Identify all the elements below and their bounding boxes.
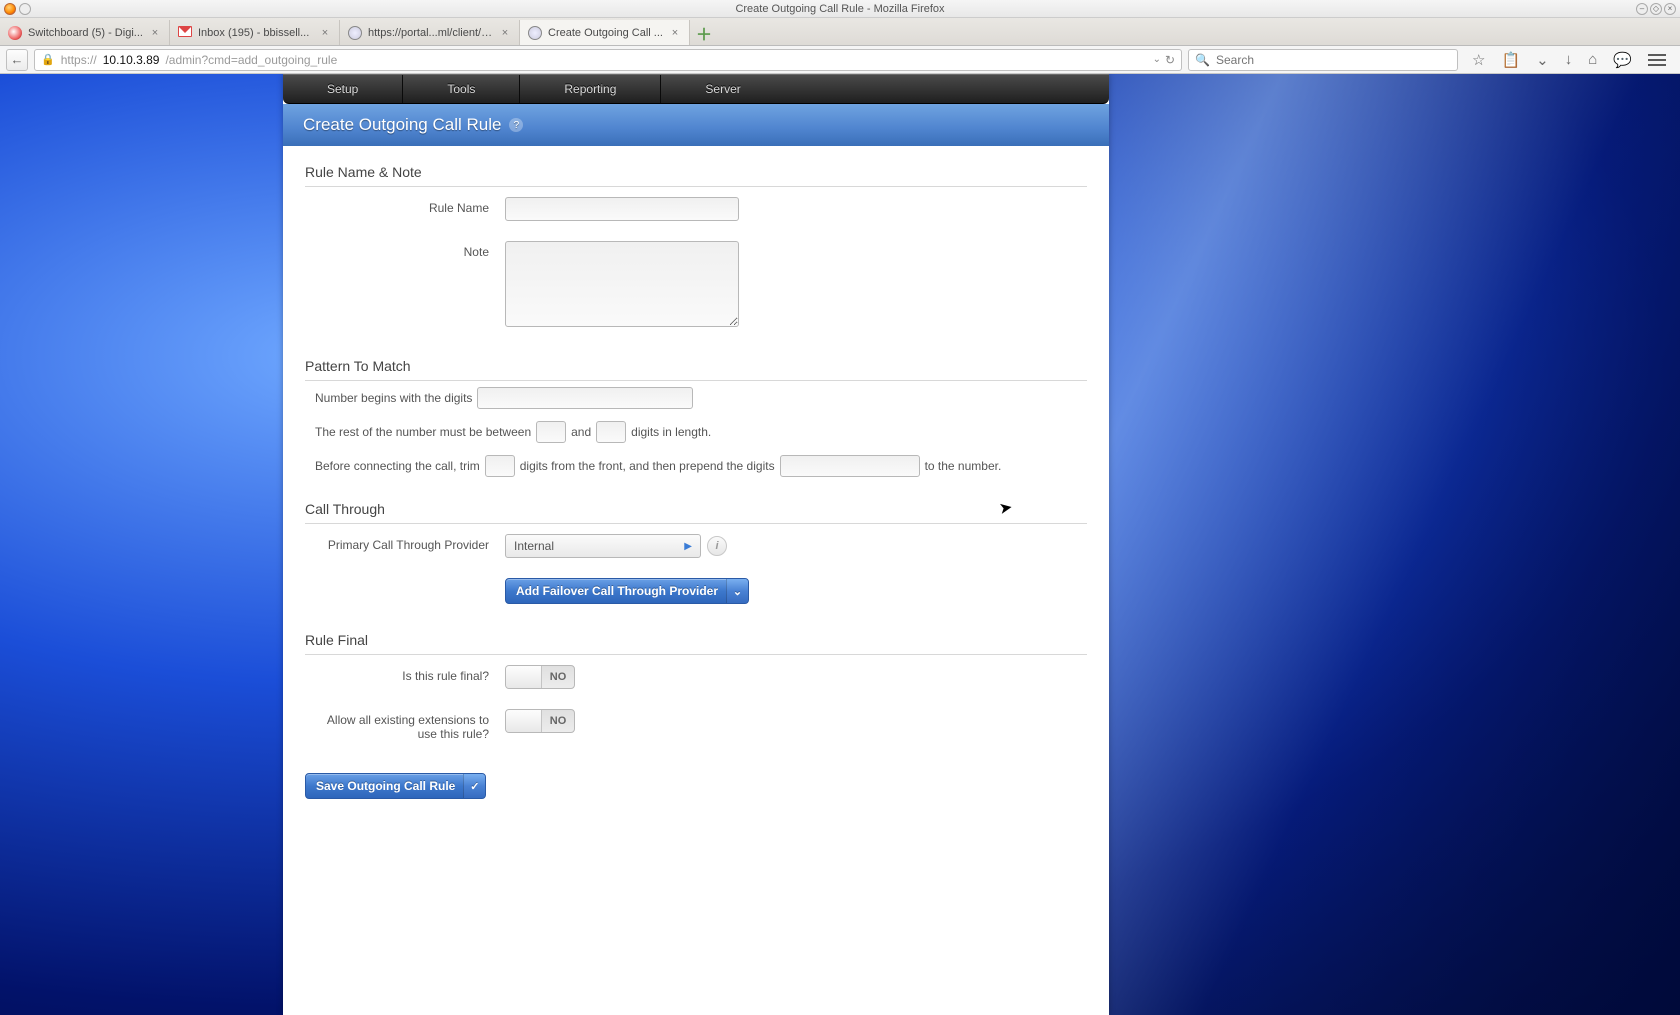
page-viewport: Setup Tools Reporting Server Create Outg… (0, 74, 1680, 1015)
app-panel: Setup Tools Reporting Server Create Outg… (283, 74, 1109, 1015)
section-call-through-title: Call Through (305, 483, 1087, 524)
max-digits-input[interactable] (596, 421, 626, 443)
back-button[interactable]: ← (6, 49, 28, 71)
new-tab-button[interactable]: ＋ (690, 20, 718, 45)
section-pattern-title: Pattern To Match (305, 340, 1087, 381)
chevron-down-icon: ⌄ (726, 579, 748, 603)
nav-tools[interactable]: Tools (403, 75, 520, 103)
wm-extra-icon (19, 3, 31, 15)
tab-label: Switchboard (5) - Digi... (28, 27, 143, 39)
is-final-state: NO (542, 666, 574, 688)
url-scheme: https:// (61, 53, 97, 67)
app-nav: Setup Tools Reporting Server (283, 74, 1109, 104)
bookmark-star-icon[interactable]: ☆ (1472, 51, 1485, 69)
search-input[interactable] (1216, 53, 1451, 67)
minimize-button[interactable]: – (1636, 3, 1648, 15)
gmail-favicon-icon (178, 26, 192, 40)
url-host: 10.10.3.89 (103, 53, 160, 67)
is-final-label: Is this rule final? (305, 665, 505, 683)
url-bar[interactable]: 🔒 https:// 10.10.3.89 /admin?cmd=add_out… (34, 49, 1182, 71)
tab-label: Inbox (195) - bbissell... (198, 27, 313, 39)
allow-all-ext-toggle[interactable]: NO (505, 709, 575, 733)
page-header: Create Outgoing Call Rule ? (283, 104, 1109, 146)
close-icon[interactable]: × (499, 27, 511, 39)
section-rule-name-note-title: Rule Name & Note (305, 146, 1087, 187)
globe-favicon-icon (528, 26, 542, 40)
prepend-digits-input[interactable] (780, 455, 920, 477)
tab-portal[interactable]: https://portal...ml/client/list × (340, 20, 520, 45)
nav-reporting[interactable]: Reporting (520, 75, 661, 103)
tab-create-outgoing-call[interactable]: Create Outgoing Call ... × (520, 20, 690, 45)
add-failover-provider-button[interactable]: Add Failover Call Through Provider ⌄ (505, 578, 749, 604)
info-icon[interactable]: i (707, 536, 727, 556)
clipboard-icon[interactable]: 📋 (1501, 51, 1520, 69)
pattern-line2-b: and (571, 425, 591, 439)
help-icon[interactable]: ? (509, 118, 523, 132)
save-button-label: Save Outgoing Call Rule (316, 779, 455, 793)
allow-all-ext-label: Allow all existing extensions to use thi… (305, 709, 505, 741)
toggle-knob (506, 710, 542, 732)
dropdown-history-icon[interactable]: ⌄ (1153, 54, 1161, 65)
tab-label: Create Outgoing Call ... (548, 27, 663, 39)
browser-url-toolbar: ← 🔒 https:// 10.10.3.89 /admin?cmd=add_o… (0, 46, 1680, 74)
note-label: Note (305, 241, 505, 259)
search-bar[interactable]: 🔍 (1188, 49, 1458, 71)
min-digits-input[interactable] (536, 421, 566, 443)
chat-icon[interactable]: 💬 (1613, 51, 1632, 69)
globe-favicon-icon (348, 26, 362, 40)
tab-label: https://portal...ml/client/list (368, 27, 493, 39)
nav-server[interactable]: Server (661, 75, 784, 103)
close-window-button[interactable]: × (1664, 3, 1676, 15)
nav-setup[interactable]: Setup (283, 75, 403, 103)
begins-with-digits-input[interactable] (477, 387, 693, 409)
allow-all-ext-state: NO (542, 710, 574, 732)
primary-provider-select[interactable]: Internal ▶ (505, 534, 701, 558)
pattern-line3-a: Before connecting the call, trim (315, 459, 480, 473)
browser-tabs-bar: Switchboard (5) - Digi... × Inbox (195) … (0, 18, 1680, 46)
rule-name-input[interactable] (505, 197, 739, 221)
lock-icon: 🔒 (41, 53, 55, 66)
pattern-line3-b: digits from the front, and then prepend … (520, 459, 775, 473)
window-titlebar: Create Outgoing Call Rule - Mozilla Fire… (0, 0, 1680, 18)
trim-digits-input[interactable] (485, 455, 515, 477)
pattern-line3-c: to the number. (925, 459, 1002, 473)
page-title: Create Outgoing Call Rule (303, 115, 501, 135)
switchboard-favicon-icon (8, 26, 22, 40)
tab-gmail[interactable]: Inbox (195) - bbissell... × (170, 20, 340, 45)
note-textarea[interactable] (505, 241, 739, 327)
window-title: Create Outgoing Call Rule - Mozilla Fire… (735, 3, 944, 15)
chevron-right-icon: ▶ (684, 541, 692, 552)
toggle-knob (506, 666, 542, 688)
add-failover-label: Add Failover Call Through Provider (516, 584, 718, 598)
close-icon[interactable]: × (669, 27, 681, 39)
save-outgoing-call-rule-button[interactable]: Save Outgoing Call Rule ✓ (305, 773, 486, 799)
check-icon: ✓ (463, 774, 485, 798)
pocket-icon[interactable]: ⌄ (1536, 51, 1549, 69)
primary-provider-value: Internal (514, 539, 554, 553)
tab-switchboard[interactable]: Switchboard (5) - Digi... × (0, 20, 170, 45)
is-final-toggle[interactable]: NO (505, 665, 575, 689)
maximize-button[interactable]: ◇ (1650, 3, 1662, 15)
home-icon[interactable]: ⌂ (1588, 51, 1597, 68)
reload-icon[interactable]: ↻ (1165, 53, 1175, 67)
section-rule-final-title: Rule Final (305, 614, 1087, 655)
close-icon[interactable]: × (319, 27, 331, 39)
primary-provider-label: Primary Call Through Provider (305, 534, 505, 552)
url-path: /admin?cmd=add_outgoing_rule (165, 53, 337, 67)
search-icon: 🔍 (1195, 53, 1210, 67)
close-icon[interactable]: × (149, 27, 161, 39)
downloads-icon[interactable]: ↓ (1565, 51, 1573, 68)
menu-icon[interactable] (1648, 54, 1666, 66)
pattern-line2-a: The rest of the number must be between (315, 425, 531, 439)
pattern-line2-c: digits in length. (631, 425, 711, 439)
pattern-line1-text: Number begins with the digits (315, 391, 472, 405)
rule-name-label: Rule Name (305, 197, 505, 215)
firefox-app-icon (4, 3, 16, 15)
